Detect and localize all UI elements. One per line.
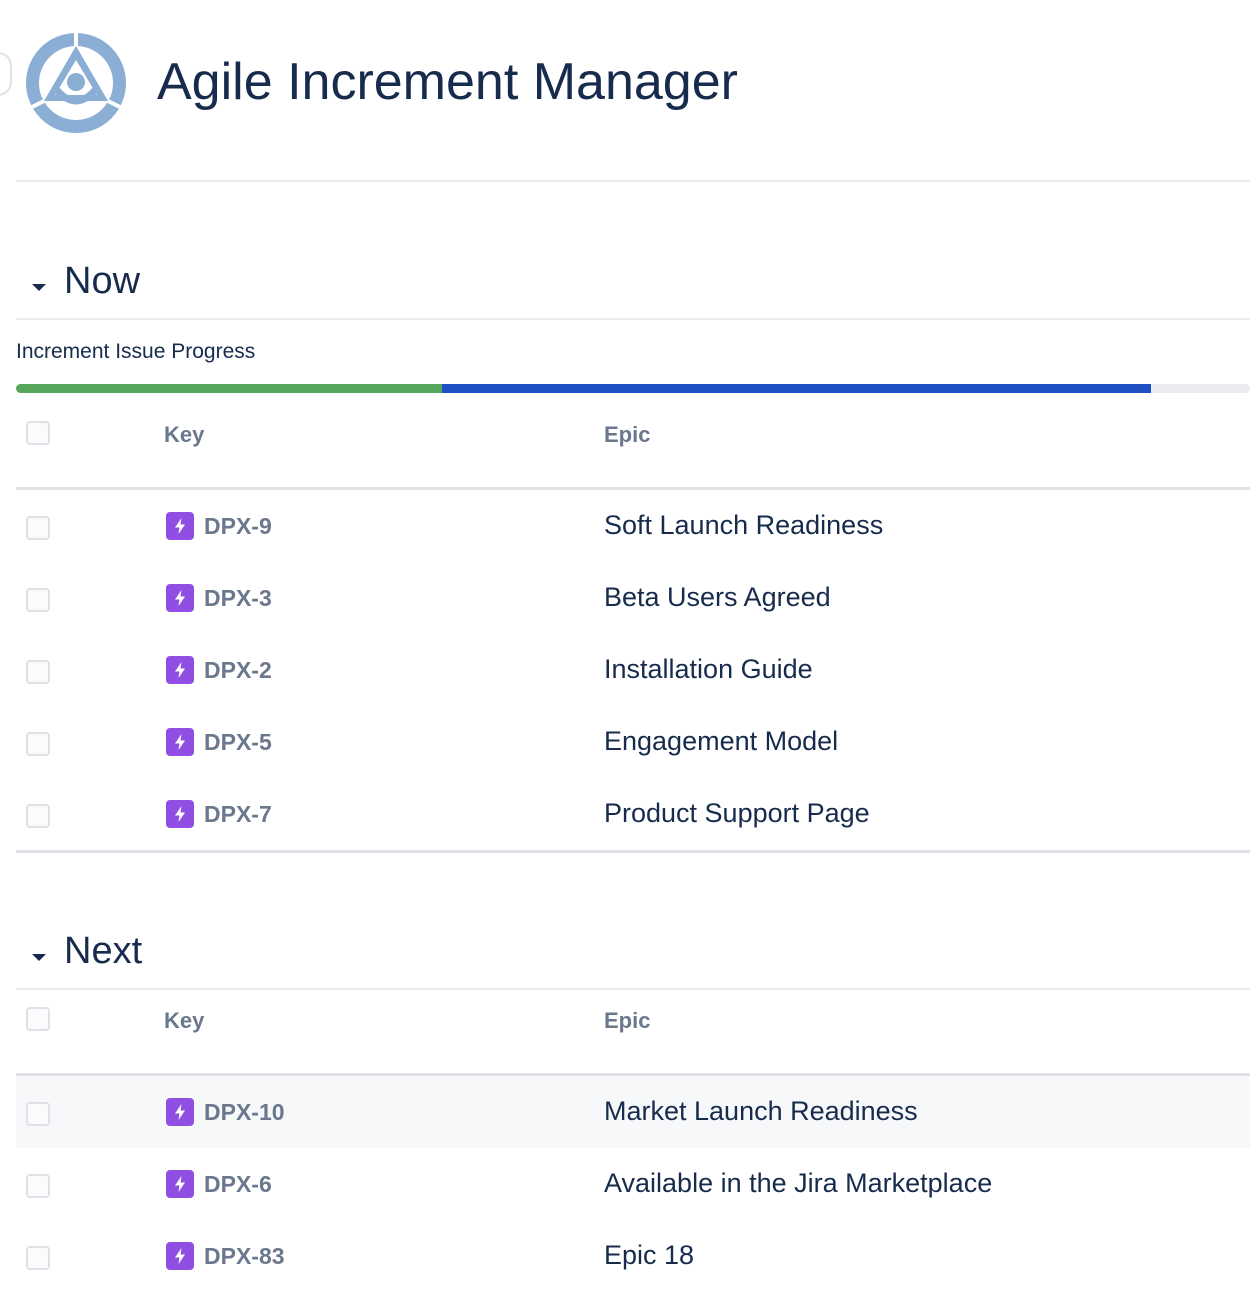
progress-label: Increment Issue Progress [16,340,256,363]
target-triangle-logo-icon [26,33,126,133]
next-table-body: DPX-10 Market Launch Readiness DPX-6 Availa… [16,1076,1250,1292]
epic-lightning-icon [166,1242,194,1270]
epic-lightning-icon [166,728,194,756]
epic-lightning-icon [166,800,194,828]
caret-down-icon[interactable] [32,954,46,961]
column-header-key[interactable]: Key [164,421,204,449]
select-all-checkbox[interactable] [26,1007,50,1031]
table-row[interactable]: DPX-7 Product Support Page [16,778,1250,850]
progress-in-progress-segment [441,384,1152,393]
epic-name: Available in the Jira Marketplace [604,1168,993,1198]
section-title-next: Next [64,930,143,972]
issue-key-link[interactable]: DPX-7 [204,798,272,830]
epic-lightning-icon [166,1098,194,1126]
table-row[interactable]: DPX-6 Available in the Jira Marketplace [16,1148,1250,1220]
epic-name: Installation Guide [604,654,813,684]
epic-name: Market Launch Readiness [604,1096,918,1126]
column-header-key[interactable]: Key [164,1007,204,1035]
issue-key-link[interactable]: DPX-6 [204,1168,272,1200]
issue-key-link[interactable]: DPX-5 [204,726,272,758]
table-row[interactable]: DPX-9 Soft Launch Readiness [16,490,1250,562]
row-checkbox[interactable] [26,1246,50,1270]
epic-name: Soft Launch Readiness [604,510,884,540]
row-checkbox[interactable] [26,660,50,684]
epic-lightning-icon [166,584,194,612]
row-checkbox[interactable] [26,1174,50,1198]
header-divider [16,180,1250,182]
app-header: Agile Increment Manager [0,0,1250,182]
progress-done-segment [16,384,442,393]
table-row[interactable]: DPX-10 Market Launch Readiness [16,1076,1250,1148]
section-title-now: Now [64,260,141,302]
row-checkbox[interactable] [26,1102,50,1126]
table-row[interactable]: DPX-83 Epic 18 [16,1220,1250,1292]
epic-lightning-icon [166,512,194,540]
issue-key-link[interactable]: DPX-2 [204,654,272,686]
table-bottom-divider [16,850,1250,853]
row-checkbox[interactable] [26,732,50,756]
issue-key-link[interactable]: DPX-10 [204,1096,285,1128]
epic-lightning-icon [166,656,194,684]
table-header: Key Epic [16,980,1250,1076]
table-row[interactable]: DPX-3 Beta Users Agreed [16,562,1250,634]
next-issue-table: Key Epic DPX-10 Market Launch Readiness DP… [16,980,1250,1292]
epic-lightning-icon [166,1170,194,1198]
section-header-now[interactable]: Now [16,256,1250,320]
table-row[interactable]: DPX-2 Installation Guide [16,634,1250,706]
select-all-checkbox[interactable] [26,421,50,445]
now-issue-table: Key Epic DPX-9 Soft Launch Readiness DPX-3… [16,394,1250,853]
issue-key-link[interactable]: DPX-3 [204,582,272,614]
table-row[interactable]: DPX-5 Engagement Model [16,706,1250,778]
row-checkbox[interactable] [26,516,50,540]
issue-key-link[interactable]: DPX-9 [204,510,272,542]
app-title: Agile Increment Manager [157,53,738,111]
epic-name: Beta Users Agreed [604,582,831,612]
progress-bar [16,384,1250,393]
row-checkbox[interactable] [26,588,50,612]
epic-name: Epic 18 [604,1240,695,1270]
issue-key-link[interactable]: DPX-83 [204,1240,285,1272]
epic-name: Engagement Model [604,726,839,756]
row-checkbox[interactable] [26,804,50,828]
table-header: Key Epic [16,394,1250,490]
epic-name: Product Support Page [604,798,870,828]
column-header-epic[interactable]: Epic [604,1007,650,1035]
column-header-epic[interactable]: Epic [604,421,650,449]
caret-down-icon[interactable] [32,284,46,291]
page: Agile Increment Manager Now Increment Is… [0,0,1250,1302]
now-table-body: DPX-9 Soft Launch Readiness DPX-3 Beta User… [16,490,1250,850]
